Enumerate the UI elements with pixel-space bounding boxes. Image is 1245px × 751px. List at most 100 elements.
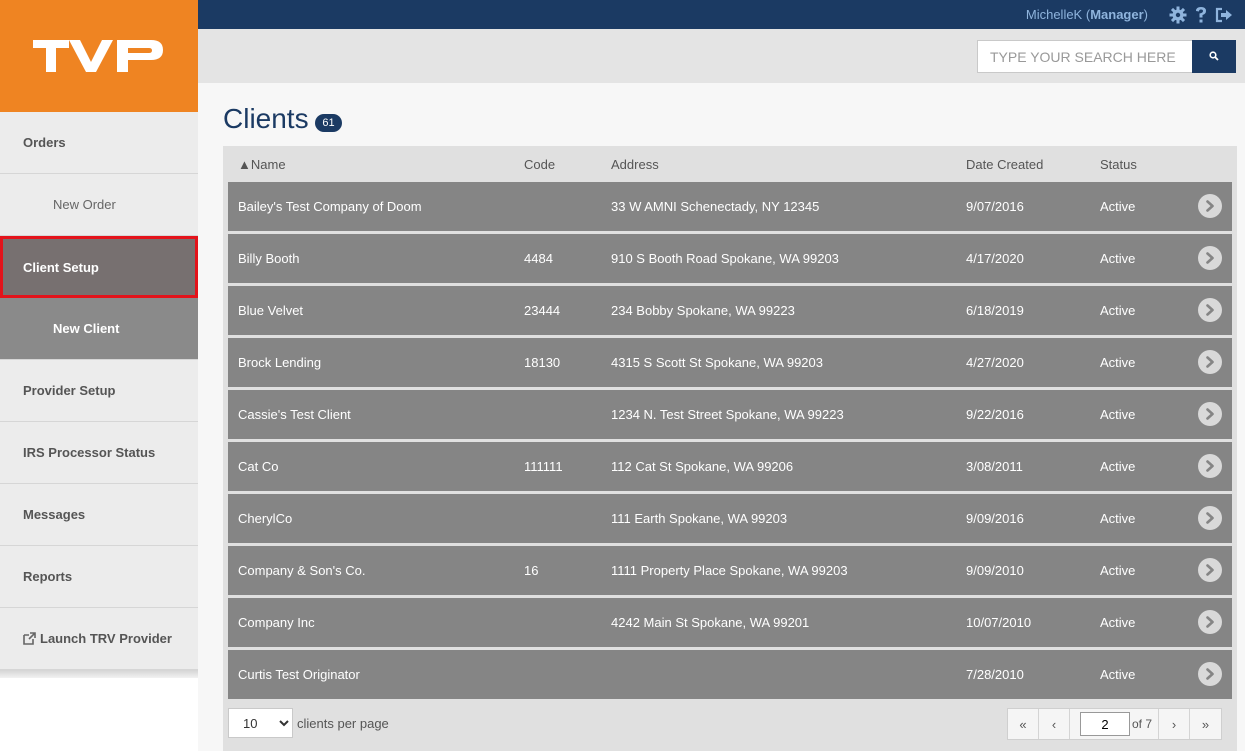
row-open-button[interactable]: [1198, 610, 1222, 634]
cell-name: Cassie's Test Client: [238, 407, 351, 422]
column-header-label: Name: [250, 157, 286, 172]
sidebar-item-label: IRS Processor Status: [23, 445, 156, 460]
sidebar-item-new-client[interactable]: New Client: [0, 298, 198, 360]
cell-date-created: 6/18/2019: [966, 303, 1024, 318]
search-input[interactable]: [977, 40, 1193, 73]
table-row[interactable]: Cat Co 111111 112 Cat St Spokane, WA 99206…: [228, 442, 1232, 491]
table-row[interactable]: CherylCo 111 Earth Spokane, WA 99203 9/09/…: [228, 494, 1232, 543]
user-info[interactable]: MichelleK (Manager): [1026, 7, 1148, 22]
cell-status: Active: [1100, 615, 1136, 630]
cell-code: 23444: [524, 303, 561, 318]
tvp-logo-icon: [33, 40, 163, 72]
help-icon[interactable]: [1194, 6, 1208, 24]
cell-address: 111 Earth Spokane, WA 99203: [611, 511, 788, 526]
column-header-status[interactable]: Status: [1100, 157, 1137, 172]
sidebar-item-label: Reports: [23, 569, 73, 584]
user-role: Manager: [1090, 7, 1144, 22]
chevron-right-icon: [1206, 616, 1214, 628]
cell-address: 4242 Main St Spokane, WA 99201: [611, 615, 810, 630]
table-row[interactable]: Bailey's Test Company of Doom 33 W AMNI S…: [228, 182, 1232, 231]
chevron-right-icon: [1206, 668, 1214, 680]
sidebar-item-label: New Order: [53, 197, 116, 212]
cell-name: CherylCo: [238, 511, 293, 526]
sidebar-item-label: Messages: [23, 507, 86, 522]
cell-date-created: 10/07/2010: [966, 615, 1032, 630]
sidebar-item-messages[interactable]: Messages: [0, 484, 198, 546]
sidebar-item-launch-trv-provider[interactable]: Launch TRV Provider: [0, 608, 198, 670]
cell-date-created: 9/09/2010: [966, 563, 1024, 578]
external-link-icon: [23, 632, 36, 645]
cell-status: Active: [1100, 563, 1136, 578]
page-total-label: of 7: [1132, 717, 1153, 731]
search-icon: [1209, 49, 1219, 64]
sidebar-item-label: Provider Setup: [23, 383, 116, 398]
cell-date-created: 4/27/2020: [966, 355, 1024, 370]
sidebar-item-new-order[interactable]: New Order: [0, 174, 198, 236]
cell-address: 112 Cat St Spokane, WA 99206: [611, 459, 794, 474]
first-page-button[interactable]: «: [1008, 709, 1039, 739]
chevron-right-icon: [1206, 512, 1214, 524]
chevron-right-icon: [1206, 564, 1214, 576]
cell-status: Active: [1100, 355, 1136, 370]
sidebar-item-label: Launch TRV Provider: [40, 631, 172, 646]
cell-status: Active: [1100, 459, 1136, 474]
page-title: Clients: [223, 103, 309, 134]
cell-address: 33 W AMNI Schenectady, NY 12345: [611, 199, 820, 214]
table-row[interactable]: Cassie's Test Client 1234 N. Test Street …: [228, 390, 1232, 439]
cell-status: Active: [1100, 251, 1136, 266]
cell-address: 910 S Booth Road Spokane, WA 99203: [611, 251, 839, 266]
cell-code: 111111: [524, 459, 563, 474]
cell-status: Active: [1100, 407, 1136, 422]
row-open-button[interactable]: [1198, 558, 1222, 582]
cell-name: Brock Lending: [238, 355, 322, 370]
row-open-button[interactable]: [1198, 402, 1222, 426]
gear-icon[interactable]: [1169, 6, 1187, 24]
next-page-button[interactable]: ›: [1159, 709, 1191, 739]
chevron-right-icon: [1206, 460, 1214, 472]
cell-address: 4315 S Scott St Spokane, WA 99203: [611, 355, 823, 370]
cell-name: Company & Son's Co.: [238, 563, 366, 578]
table-row[interactable]: Company & Son's Co. 16 1111 Property Place…: [228, 546, 1232, 595]
column-header-date-created[interactable]: Date Created: [966, 157, 1043, 172]
table-row[interactable]: Blue Velvet 23444 234 Bobby Spokane, WA 99…: [228, 286, 1232, 335]
page-number-input[interactable]: [1080, 712, 1130, 736]
row-open-button[interactable]: [1198, 506, 1222, 530]
row-open-button[interactable]: [1198, 246, 1222, 270]
column-header-name[interactable]: ▲Name: [238, 157, 286, 172]
chevron-right-icon: [1206, 304, 1214, 316]
column-header-address[interactable]: Address: [611, 157, 659, 172]
row-open-button[interactable]: [1198, 194, 1222, 218]
row-open-button[interactable]: [1198, 454, 1222, 478]
cell-date-created: 4/17/2020: [966, 251, 1024, 266]
row-open-button[interactable]: [1198, 662, 1222, 686]
sidebar-item-provider-setup[interactable]: Provider Setup: [0, 360, 198, 422]
clients-table: ▲Name Code Address Date Created Status B…: [223, 146, 1237, 751]
cell-code: 4484: [524, 251, 553, 266]
table-row[interactable]: Curtis Test Originator 7/28/2010 Active: [228, 650, 1232, 699]
cell-address: 234 Bobby Spokane, WA 99223: [611, 303, 795, 318]
per-page-select[interactable]: 10: [228, 708, 293, 738]
sidebar-item-label: Orders: [23, 135, 66, 150]
page-number-group: of 7: [1070, 709, 1160, 739]
cell-name: Cat Co: [238, 459, 279, 474]
cell-date-created: 7/28/2010: [966, 667, 1024, 682]
sidebar-item-label: New Client: [53, 321, 120, 336]
table-row[interactable]: Company Inc 4242 Main St Spokane, WA 9920…: [228, 598, 1232, 647]
table-row[interactable]: Brock Lending 18130 4315 S Scott St Spokan…: [228, 338, 1232, 387]
sidebar-item-orders[interactable]: Orders: [0, 112, 198, 174]
sidebar-item-client-setup[interactable]: Client Setup: [0, 236, 198, 298]
prev-page-button[interactable]: ‹: [1039, 709, 1070, 739]
logout-icon[interactable]: [1215, 7, 1233, 23]
sidebar-item-reports[interactable]: Reports: [0, 546, 198, 608]
logo[interactable]: [0, 0, 198, 112]
row-open-button[interactable]: [1198, 350, 1222, 374]
column-header-code[interactable]: Code: [524, 157, 555, 172]
sidebar-item-irs-processor-status[interactable]: IRS Processor Status: [0, 422, 198, 484]
row-open-button[interactable]: [1198, 298, 1222, 322]
table-row[interactable]: Billy Booth 4484 910 S Booth Road Spokane,…: [228, 234, 1232, 283]
cell-date-created: 9/07/2016: [966, 199, 1024, 214]
cell-name: Curtis Test Originator: [238, 667, 360, 682]
last-page-button[interactable]: »: [1190, 709, 1221, 739]
search-button[interactable]: [1192, 40, 1236, 73]
table-header: ▲Name Code Address Date Created Status: [223, 146, 1237, 182]
